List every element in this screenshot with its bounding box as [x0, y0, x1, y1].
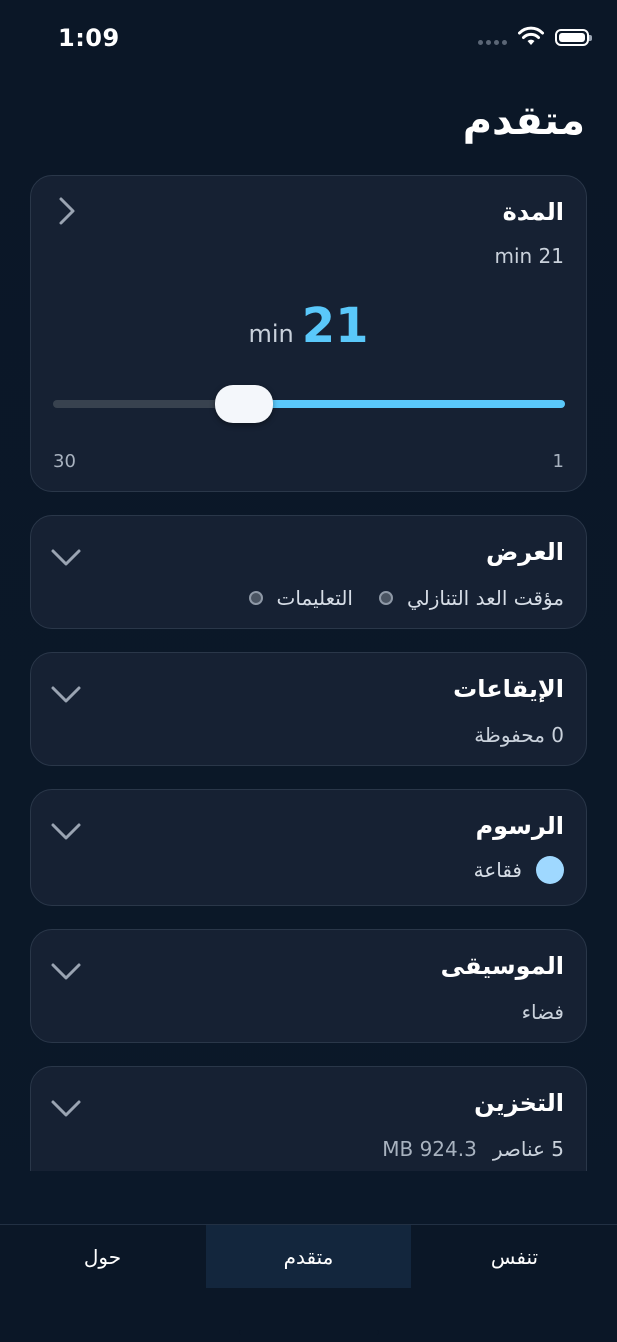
battery-icon: [555, 28, 592, 46]
graphics-selected-label: فقاعة: [473, 858, 522, 882]
duration-value-display: min 21: [31, 298, 586, 354]
slider-max-label: 1: [552, 451, 564, 472]
option-countdown[interactable]: مؤقت العد التنازلي: [379, 586, 564, 610]
chevron-down-icon[interactable]: [49, 814, 83, 848]
chevron-down-icon[interactable]: [49, 677, 83, 711]
graphics-selected: فقاعة: [474, 856, 564, 884]
option-instructions[interactable]: التعليمات: [248, 586, 353, 610]
chevron-down-icon[interactable]: [49, 540, 83, 574]
radio-dot-icon[interactable]: [248, 591, 263, 605]
rhythms-card[interactable]: الإيقاعات 0 محفوظة: [30, 652, 587, 766]
status-icons: [478, 26, 592, 48]
tab-breathe[interactable]: تنفس: [412, 1225, 617, 1288]
slider-min-label: 30: [53, 451, 76, 472]
rhythms-subtitle: 0 محفوظة: [474, 723, 564, 747]
graphics-title: الرسوم: [475, 812, 564, 840]
status-time: 1:09: [58, 24, 120, 52]
cellular-signal-icon: [478, 39, 507, 45]
duration-number: 21: [301, 298, 369, 354]
screen: 1:09 متقدم المدة 21 min min 21 30 1 العر…: [0, 0, 617, 1342]
duration-title: المدة: [502, 198, 564, 226]
duration-card: المدة 21 min min 21 30 1: [30, 175, 587, 492]
storage-card[interactable]: التخزين 5 عناصر 924.3 MB: [30, 1066, 587, 1171]
music-title: الموسيقى: [440, 952, 564, 980]
duration-subtitle: 21 min: [494, 244, 564, 268]
display-options: مؤقت العد التنازلي التعليمات: [248, 586, 564, 610]
page-title: متقدم: [462, 98, 585, 144]
tab-about[interactable]: حول: [0, 1225, 205, 1288]
home-indicator: [238, 1330, 379, 1335]
chevron-right-icon[interactable]: [49, 194, 83, 228]
slider-thumb[interactable]: [215, 385, 273, 423]
duration-slider[interactable]: [53, 385, 565, 423]
option-instructions-label: التعليمات: [276, 586, 353, 610]
storage-clip: التخزين 5 عناصر 924.3 MB: [0, 1060, 617, 1171]
tab-advanced[interactable]: متقدم: [206, 1225, 411, 1288]
bubble-swatch-icon: [536, 856, 564, 884]
duration-unit: min: [248, 320, 294, 348]
rhythms-title: الإيقاعات: [453, 675, 564, 703]
storage-title: التخزين: [474, 1089, 564, 1117]
storage-details: 5 عناصر 924.3 MB: [382, 1137, 564, 1161]
radio-dot-icon[interactable]: [379, 591, 393, 605]
chevron-down-icon[interactable]: [49, 1091, 83, 1125]
wifi-icon: [518, 26, 544, 45]
storage-items: 5 عناصر: [492, 1137, 564, 1161]
display-title: العرض: [486, 538, 564, 566]
option-countdown-label: مؤقت العد التنازلي: [407, 586, 564, 610]
chevron-down-icon[interactable]: [49, 954, 83, 988]
graphics-card[interactable]: الرسوم فقاعة: [30, 789, 587, 906]
music-subtitle: فضاء: [521, 1000, 564, 1024]
tab-bar: تنفس متقدم حول: [0, 1224, 617, 1342]
display-card[interactable]: العرض مؤقت العد التنازلي التعليمات: [30, 515, 587, 629]
slider-active-track: [243, 400, 565, 408]
storage-size: 924.3 MB: [382, 1137, 477, 1161]
music-card[interactable]: الموسيقى فضاء: [30, 929, 587, 1043]
